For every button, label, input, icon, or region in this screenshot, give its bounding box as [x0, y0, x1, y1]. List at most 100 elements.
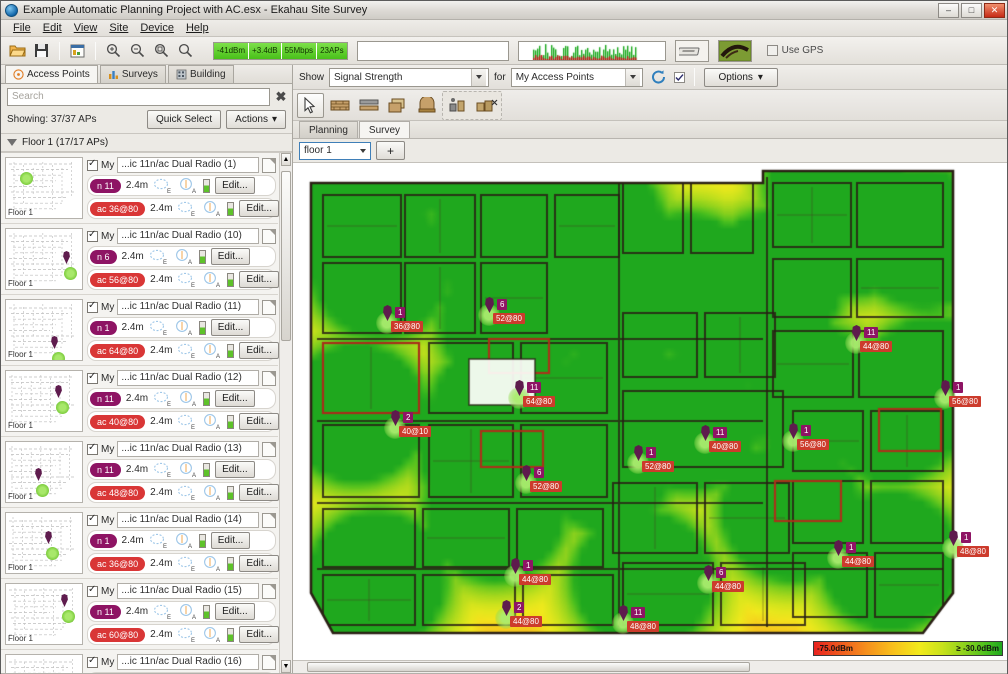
edit-radio-button-n[interactable]: Edit...	[211, 248, 251, 265]
zoom-in-icon[interactable]	[103, 40, 124, 61]
radio-row-n[interactable]: n 112.4mEAEdit...	[87, 388, 276, 409]
radio-row-ac[interactable]: ac 64@802.4mEAEdit...	[87, 340, 276, 361]
ap-scope-select[interactable]: My Access Points	[511, 68, 643, 87]
chevron-down-icon[interactable]	[356, 143, 370, 159]
radio-row-n[interactable]: n 112.4mEAEdit...	[87, 459, 276, 480]
use-gps-control[interactable]: Use GPS	[767, 45, 824, 56]
report-icon[interactable]	[67, 40, 88, 61]
spectrum-analyzer-icon[interactable]	[718, 40, 752, 62]
use-gps-checkbox[interactable]	[767, 45, 778, 56]
menu-help[interactable]: Help	[180, 21, 215, 35]
menu-file[interactable]: File	[7, 21, 37, 35]
search-input[interactable]: Search	[7, 88, 270, 106]
access-point-checkbox[interactable]	[87, 515, 98, 526]
toolbar-text-field[interactable]	[357, 41, 509, 61]
access-point-name-field[interactable]: ...ic 11n/ac Dual Radio (1)	[117, 157, 259, 173]
ap-place-tool-icon[interactable]	[444, 93, 471, 118]
access-point-checkbox[interactable]	[87, 302, 98, 313]
minimize-button[interactable]: –	[938, 3, 959, 18]
notes-document-icon[interactable]	[262, 300, 276, 315]
options-button[interactable]: Options ▾	[704, 68, 778, 87]
access-point-name-field[interactable]: ...ic 11n/ac Dual Radio (15)	[117, 583, 259, 599]
map-horizontal-scrollbar[interactable]	[293, 660, 1007, 673]
select-tool-icon[interactable]	[297, 93, 324, 118]
edit-radio-button-ac[interactable]: Edit...	[239, 342, 279, 359]
access-point-checkbox[interactable]	[87, 586, 98, 597]
edit-radio-button-ac[interactable]: Edit...	[239, 555, 279, 572]
floor-plan-map[interactable]: 136@80652@80240@101164@80652@80244@80144…	[293, 163, 1007, 660]
edit-radio-button-ac[interactable]: Edit...	[239, 626, 279, 643]
notes-document-icon[interactable]	[262, 513, 276, 528]
floor-thumbnail[interactable]: Floor 1	[5, 228, 83, 290]
door-tool-icon[interactable]	[413, 93, 440, 118]
floor-thumbnail[interactable]: Floor 1	[5, 157, 83, 219]
ap-list-scrollbar[interactable]: ▲ ▼	[279, 153, 292, 673]
tab-planning[interactable]: Planning	[299, 121, 358, 138]
access-point-row[interactable]: Floor 1My...ic 11n/ac Dual Radio (10)n 6…	[1, 224, 278, 295]
edit-radio-button-ac[interactable]: Edit...	[239, 200, 279, 217]
radio-row-ac[interactable]: ac 40@802.4mEAEdit...	[87, 411, 276, 432]
notes-document-icon[interactable]	[262, 371, 276, 386]
floor-select[interactable]: floor 1	[299, 142, 371, 160]
edit-radio-button-n[interactable]: Edit...	[211, 319, 251, 336]
access-point-checkbox[interactable]	[87, 231, 98, 242]
scroll-down-icon[interactable]: ▼	[281, 660, 291, 673]
visualization-select[interactable]: Signal Strength	[329, 68, 489, 87]
radio-row-ac[interactable]: ac 56@802.4mEAEdit...	[87, 269, 276, 290]
wall-tool-icon[interactable]	[326, 93, 353, 118]
area-copy-tool-icon[interactable]	[384, 93, 411, 118]
access-point-row[interactable]: Floor 1My...ic 11n/ac Dual Radio (11)n 1…	[1, 295, 278, 366]
edit-radio-button-ac[interactable]: Edit...	[239, 484, 279, 501]
edit-radio-button-n[interactable]: Edit...	[215, 177, 255, 194]
access-point-row[interactable]: Floor 1My...ic 11n/ac Dual Radio (13)n 1…	[1, 437, 278, 508]
notes-document-icon[interactable]	[262, 584, 276, 599]
floor-thumbnail[interactable]: Floor 1	[5, 441, 83, 503]
clear-x-icon[interactable]: ✖	[274, 90, 288, 104]
scrollbar-thumb[interactable]	[281, 171, 291, 341]
menu-edit[interactable]: Edit	[37, 21, 68, 35]
zoom-region-icon[interactable]	[175, 40, 196, 61]
access-point-row[interactable]: Floor 1My...ic 11n/ac Dual Radio (15)n 1…	[1, 579, 278, 650]
visibility-checkbox[interactable]	[674, 72, 685, 83]
wall-type-tool-icon[interactable]	[355, 93, 382, 118]
edit-radio-button-n[interactable]: Edit...	[215, 390, 255, 407]
access-point-checkbox[interactable]	[87, 373, 98, 384]
edit-radio-button-ac[interactable]: Edit...	[239, 413, 279, 430]
floor-group-header[interactable]: Floor 1 (17/17 APs)	[1, 133, 292, 152]
access-point-row[interactable]: Floor 1My...ic 11n/ac Dual Radio (1)n 11…	[1, 153, 278, 224]
notes-document-icon[interactable]	[262, 158, 276, 173]
access-point-list[interactable]: Floor 1My...ic 11n/ac Dual Radio (1)n 11…	[1, 152, 292, 673]
quick-select-button[interactable]: Quick Select	[147, 110, 221, 129]
access-point-name-field[interactable]: ...ic 11n/ac Dual Radio (11)	[117, 299, 259, 315]
notes-document-icon[interactable]	[262, 442, 276, 457]
edit-radio-button-n[interactable]: Edit...	[215, 603, 255, 620]
radio-row-ac[interactable]: ac 36@802.4mEAEdit...	[87, 553, 276, 574]
radio-row-n[interactable]: n 112.4mEAEdit...	[87, 601, 276, 622]
access-point-name-field[interactable]: ...ic 11n/ac Dual Radio (16)	[117, 654, 259, 670]
save-icon[interactable]	[31, 40, 52, 61]
floor-thumbnail[interactable]: Floor 1	[5, 583, 83, 645]
access-point-row[interactable]: Floor 1My...ic 11n/ac Dual Radio (14)n 1…	[1, 508, 278, 579]
edit-radio-button-n[interactable]: Edit...	[211, 532, 251, 549]
edit-radio-button-n[interactable]: Edit...	[215, 461, 255, 478]
menu-view[interactable]: View	[68, 21, 104, 35]
menu-device[interactable]: Device	[134, 21, 180, 35]
access-point-name-field[interactable]: ...ic 11n/ac Dual Radio (14)	[117, 512, 259, 528]
maximize-button[interactable]: □	[961, 3, 982, 18]
refresh-icon[interactable]	[648, 67, 669, 88]
floor-thumbnail[interactable]: Floor 1	[5, 370, 83, 432]
radio-row-n[interactable]: n 62.4mEAEdit...	[87, 246, 276, 267]
close-button[interactable]: ✕	[984, 3, 1005, 18]
radio-row-n[interactable]: n 112.4mEAEdit...	[87, 175, 276, 196]
actions-button[interactable]: Actions ▾	[226, 110, 286, 129]
network-adapter-icon[interactable]	[675, 40, 709, 62]
floor-thumbnail[interactable]: Floor 1	[5, 299, 83, 361]
radio-row-ac[interactable]: ac 36@802.4mEAEdit...	[87, 198, 276, 219]
access-point-checkbox[interactable]	[87, 444, 98, 455]
radio-row-ac[interactable]: ac 48@802.4mEAEdit...	[87, 482, 276, 503]
collapse-triangle-icon[interactable]	[7, 139, 17, 146]
access-point-row[interactable]: Floor 1My...ic 11n/ac Dual Radio (12)n 1…	[1, 366, 278, 437]
tab-survey[interactable]: Survey	[359, 121, 410, 138]
access-point-name-field[interactable]: ...ic 11n/ac Dual Radio (10)	[117, 228, 259, 244]
radio-row-n[interactable]: n 62.4mEAEdit...	[87, 672, 276, 673]
